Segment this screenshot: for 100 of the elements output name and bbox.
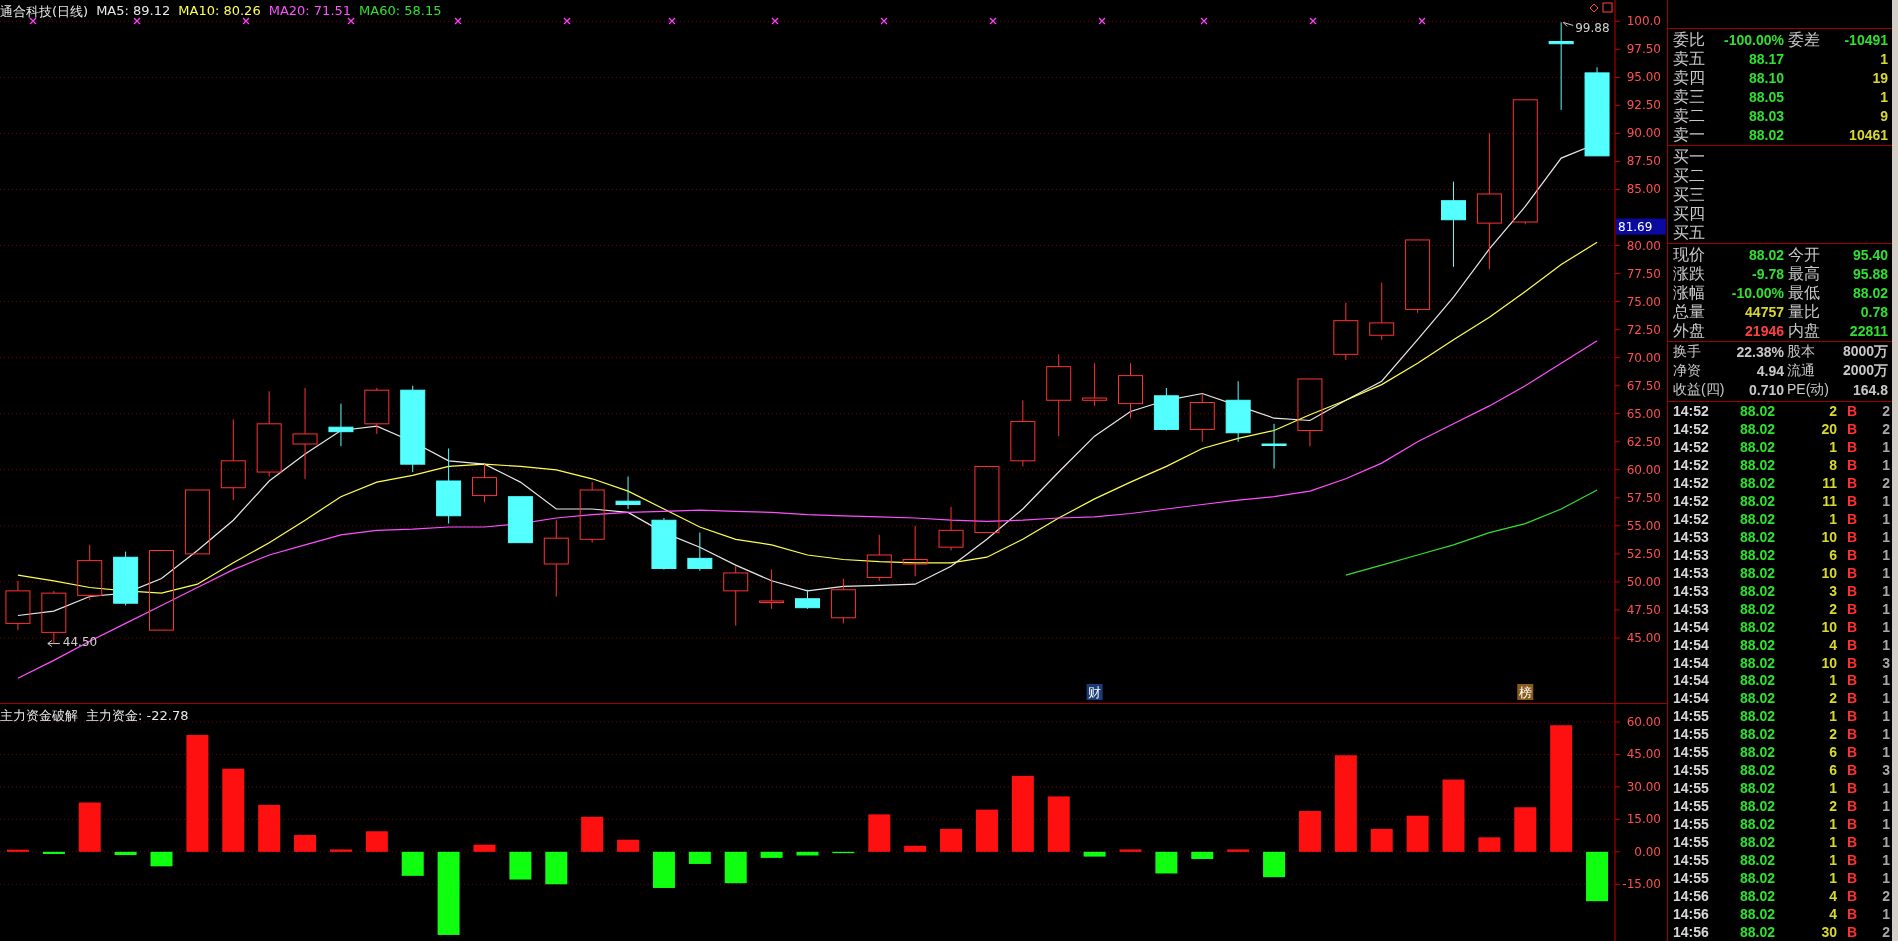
trade-volume: 30 [1820, 924, 1837, 941]
quote-value: 164.8 [1852, 382, 1889, 399]
fund-flow-bar [1478, 837, 1501, 852]
trade-count: 1 [1881, 798, 1891, 815]
fund-flow-bar [652, 851, 675, 888]
event-badge[interactable]: 财 [1086, 684, 1103, 700]
legend-reading: : 89.12 [124, 3, 171, 20]
trade-count: 1 [1881, 726, 1891, 743]
cross-marker-icon [1200, 17, 1208, 25]
trade-side: B [1846, 636, 1859, 653]
fund-flow-bar [617, 839, 640, 852]
trade-side: B [1846, 744, 1859, 761]
ask-volume: 19 [1871, 70, 1889, 87]
trade-price: 88.02 [1738, 762, 1775, 779]
trade-count: 2 [1881, 888, 1891, 905]
trade-price: 88.02 [1738, 690, 1775, 707]
ask-label: 卖四 [1673, 67, 1706, 88]
cursor-price-label: 81.69 [1616, 218, 1666, 235]
trade-price: 88.02 [1738, 456, 1775, 473]
candlestick [974, 465, 1000, 534]
trade-price: 88.02 [1738, 402, 1775, 419]
indicator-reading: 主力资金: -22.78 [86, 707, 189, 725]
trade-volume: 1 [1828, 510, 1837, 527]
event-badge[interactable]: 榜 [1517, 684, 1534, 700]
trade-time: 14:53 [1673, 600, 1710, 617]
fund-flow-bar [832, 851, 855, 854]
axis-label: 67.50 [1626, 378, 1661, 393]
trade-time: 14:53 [1673, 564, 1710, 581]
quote-label: 换手 [1673, 343, 1702, 362]
fund-flow-bar [1155, 851, 1178, 874]
axis-label: 65.00 [1626, 406, 1661, 421]
trade-count: 1 [1881, 906, 1891, 923]
quote-label: 委差 [1787, 29, 1821, 50]
axis-label: 52.50 [1626, 546, 1661, 561]
ask-price: 88.03 [1747, 108, 1784, 125]
fund-flow-bar [545, 851, 568, 885]
trade-volume: 4 [1828, 888, 1837, 905]
quote-value: 95.40 [1852, 247, 1889, 264]
ask-label: 卖一 [1673, 124, 1706, 145]
candlestick [902, 525, 928, 577]
candlestick [1333, 302, 1359, 361]
candlestick [1153, 387, 1179, 432]
trade-time: 14:53 [1673, 546, 1710, 563]
bid-label: 买三 [1673, 184, 1706, 205]
trade-side: B [1846, 456, 1859, 473]
trade-price: 88.02 [1738, 780, 1775, 797]
trade-volume: 1 [1828, 438, 1837, 455]
axis-label: 72.50 [1626, 322, 1661, 337]
fund-flow-bar [1514, 807, 1537, 852]
trade-count: 2 [1881, 402, 1891, 419]
trade-count: 2 [1881, 474, 1891, 491]
cross-marker-icon [347, 17, 355, 25]
cross-marker-icon [1418, 17, 1426, 25]
fund-flow-bar [1083, 851, 1106, 857]
trade-volume: 1 [1828, 672, 1837, 689]
trade-time: 14:55 [1673, 726, 1710, 743]
quote-value: 22.38% [1735, 344, 1784, 361]
trade-volume: 1 [1828, 816, 1837, 833]
legend-name: MA10 [178, 3, 215, 20]
trade-price: 88.02 [1738, 654, 1775, 671]
fund-flow-bar [1298, 810, 1321, 852]
quote-label: 内盘 [1787, 320, 1821, 341]
fund-flow-bar [581, 816, 604, 852]
fund-flow-bar [329, 849, 352, 852]
trade-price: 88.02 [1738, 546, 1775, 563]
candlestick [830, 578, 856, 624]
trade-price: 88.02 [1738, 492, 1775, 509]
trade-count: 1 [1881, 780, 1891, 797]
trade-side: B [1846, 816, 1859, 833]
trade-side: B [1846, 564, 1859, 581]
cross-marker-icon [133, 17, 141, 25]
candlestick [472, 463, 497, 503]
axis-label: 92.50 [1626, 98, 1661, 113]
trade-count: 1 [1881, 816, 1891, 833]
fund-flow-bar [78, 802, 101, 852]
candlestick [113, 551, 139, 606]
price-annotation: 99.88 [1575, 21, 1610, 36]
cross-marker-icon [668, 17, 676, 25]
trade-price: 88.02 [1738, 672, 1775, 689]
trade-time: 14:56 [1673, 888, 1710, 905]
trade-volume: 1 [1828, 852, 1837, 869]
trade-price: 88.02 [1738, 744, 1775, 761]
bid-label: 买四 [1673, 203, 1706, 224]
trade-side: B [1846, 546, 1859, 563]
quote-value: -10.00% [1730, 285, 1784, 302]
quote-value: 22811 [1848, 323, 1889, 340]
fund-flow-bar [1370, 828, 1393, 852]
trade-time: 14:54 [1673, 618, 1710, 635]
quote-label: 收益(四) [1673, 381, 1726, 400]
axis-label: 60.00 [1626, 462, 1661, 477]
candlestick [938, 506, 964, 551]
legend-name: MA5 [96, 3, 125, 20]
trade-side: B [1846, 762, 1859, 779]
trade-volume: 10 [1820, 564, 1837, 581]
candlestick [651, 517, 677, 571]
trade-volume: 6 [1828, 546, 1837, 563]
trade-count: 3 [1881, 654, 1891, 671]
trade-price: 88.02 [1738, 420, 1775, 437]
quote-value: 21946 [1744, 323, 1784, 340]
trade-volume: 20 [1820, 420, 1837, 437]
